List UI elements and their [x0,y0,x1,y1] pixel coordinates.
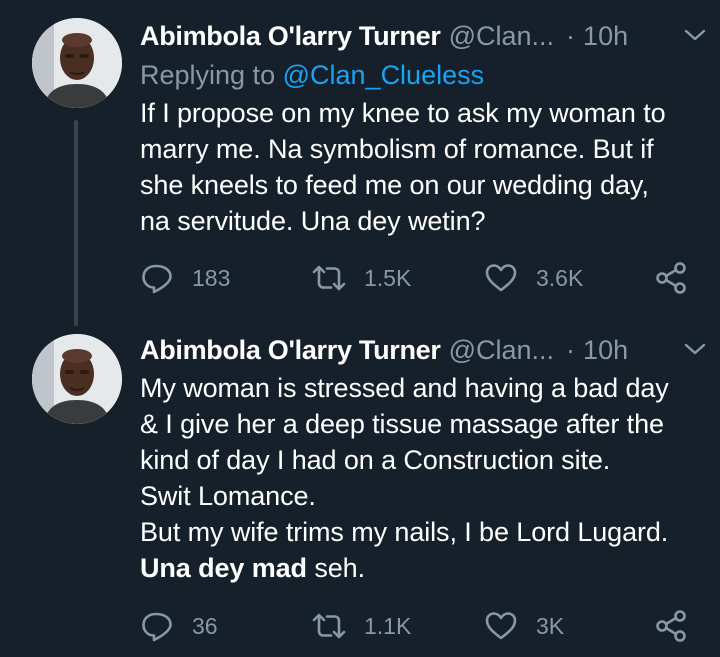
tweet-text-line: na servitude. Una dey wetin? [140,206,486,236]
timestamp[interactable]: 10h [583,21,628,52]
heart-icon [485,264,517,292]
tweet-text-line: she kneels to feed me on our wedding day… [140,170,649,200]
mention-link[interactable]: @Clan_Clueless [283,60,485,90]
tweet-text-fragment: seh. [306,553,365,583]
tweet[interactable]: Abimbola O'larry Turner @Clan... · 10h M… [0,318,720,657]
tweet-actions: 36 1.1K 3K [140,606,700,646]
reply-count: 183 [192,264,231,291]
tweet[interactable]: Abimbola O'larry Turner @Clan... · 10h R… [0,0,720,326]
reply-count: 36 [192,612,218,639]
share-icon [656,610,686,642]
tweet-text-line: Swit Lomance. [140,481,316,511]
display-name[interactable]: Abimbola O'larry Turner [140,335,441,366]
replying-to-label: Replying to [140,60,276,90]
avatar[interactable] [32,334,122,424]
tweet-content: Abimbola O'larry Turner @Clan... · 10h R… [140,18,690,239]
tweet-text-line: kind of day I had on a Construction site… [140,445,611,475]
reply-button[interactable]: 183 [140,258,230,298]
reply-button[interactable]: 36 [140,606,218,646]
avatar-image [32,18,122,108]
tweet-actions: 183 1.5K 3.6K [140,258,700,298]
like-count: 3.6K [536,264,584,291]
tweet-header: Abimbola O'larry Turner @Clan... · 10h [140,332,690,368]
separator-dot: · [566,20,576,51]
like-count: 3K [536,612,565,639]
user-handle[interactable]: @Clan... [449,335,554,366]
tweet-text-line: & I give her a deep tissue massage after… [140,409,664,439]
reply-icon [142,612,172,642]
timestamp[interactable]: 10h [583,335,628,366]
replying-to: Replying to @Clan_Clueless [140,57,690,93]
tweet-text-line: But my wife trims my nails, I be Lord Lu… [140,517,669,547]
retweet-count: 1.5K [364,264,412,291]
avatar[interactable] [32,18,122,108]
retweet-button[interactable]: 1.5K [312,258,411,298]
share-button[interactable] [654,606,688,646]
tweet-content: Abimbola O'larry Turner @Clan... · 10h M… [140,332,690,586]
tweet-text: If I propose on my knee to ask my woman … [140,95,690,239]
user-handle[interactable]: @Clan... [449,21,554,52]
tweet-header: Abimbola O'larry Turner @Clan... · 10h [140,18,690,54]
tweet-text-line: Una dey mad seh. [140,550,690,586]
retweet-icon [312,265,346,291]
tweet-text-line: marry me. Na symbolism of romance. But i… [140,134,654,164]
retweet-icon [312,613,346,639]
tweet-text-line: My woman is stressed and having a bad da… [140,373,669,403]
tweet-text: My woman is stressed and having a bad da… [140,370,690,586]
chevron-down-icon[interactable] [682,22,708,48]
chevron-down-icon[interactable] [682,336,708,362]
avatar-image [32,334,122,424]
heart-icon [485,612,517,640]
tweet-text-line: If I propose on my knee to ask my woman … [140,98,666,128]
thread-line [74,120,78,326]
bold-text: Una dey mad [140,553,307,583]
share-button[interactable] [654,258,688,298]
retweet-button[interactable]: 1.1K [312,606,411,646]
retweet-count: 1.1K [364,612,412,639]
separator-dot: · [566,334,576,365]
like-button[interactable]: 3K [484,606,564,646]
like-button[interactable]: 3.6K [484,258,583,298]
share-icon [656,262,686,294]
reply-icon [142,264,172,294]
display-name[interactable]: Abimbola O'larry Turner [140,21,441,52]
